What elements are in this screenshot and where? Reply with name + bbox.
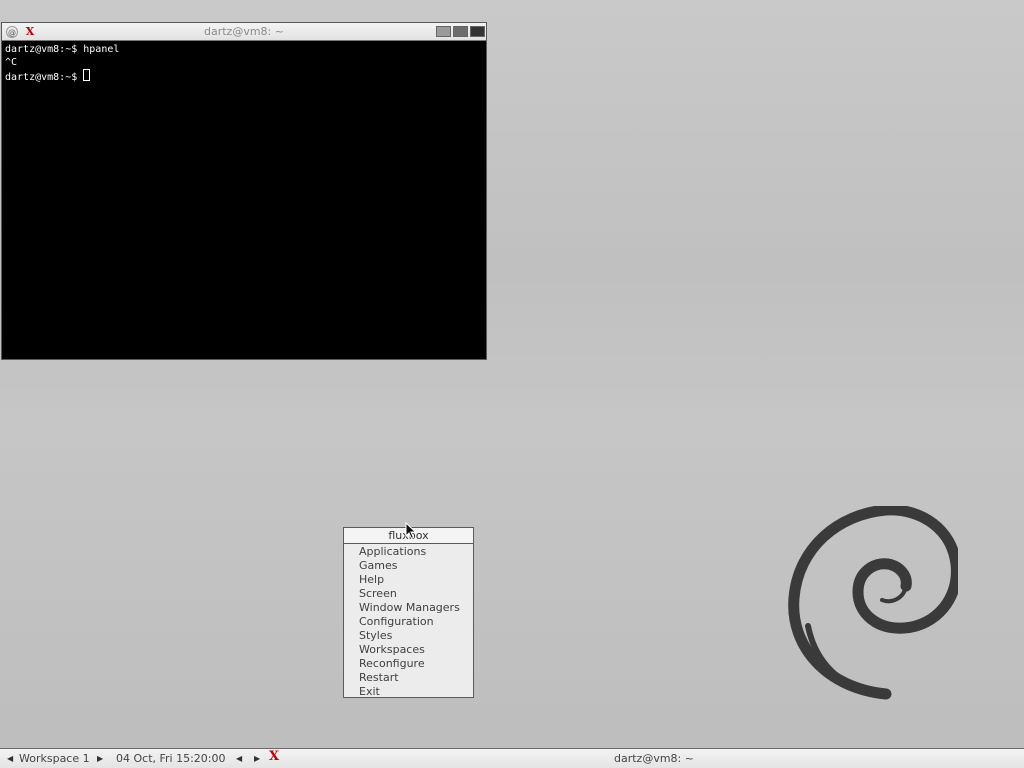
mouse-pointer-icon — [405, 522, 417, 540]
terminal-line: ^C — [5, 57, 18, 68]
menu-item-configuration[interactable]: Configuration — [344, 615, 473, 629]
menu-item-applications[interactable]: Applications — [344, 545, 473, 559]
maximize-button[interactable] — [453, 26, 468, 37]
window-prev-arrow-icon[interactable]: ◀ — [236, 752, 242, 766]
menu-item-reconfigure[interactable]: Reconfigure — [344, 657, 473, 671]
window-next-arrow-icon[interactable]: ▶ — [254, 752, 260, 766]
terminal-titlebar[interactable]: @ X dartz@vm8: ~ — [2, 23, 486, 41]
workspace-prev-arrow-icon[interactable]: ◀ — [7, 752, 13, 766]
fluxbox-root-menu[interactable]: fluxbox Applications Games Help Screen W… — [343, 527, 474, 698]
fluxbox-toolbar: ◀ Workspace 1 ▶ 04 Oct, Fri 15:20:00 ◀ ▶… — [0, 748, 1024, 768]
close-button[interactable] — [470, 26, 485, 37]
xterm-icon[interactable]: X — [269, 750, 279, 764]
workspace-name[interactable]: Workspace 1 — [19, 752, 90, 766]
menu-item-window-managers[interactable]: Window Managers — [344, 601, 473, 615]
clock: 04 Oct, Fri 15:20:00 — [116, 752, 226, 765]
menu-item-screen[interactable]: Screen — [344, 587, 473, 601]
menu-items: Applications Games Help Screen Window Ma… — [344, 544, 473, 699]
terminal-prompt-line[interactable]: dartz@vm8:~$ — [5, 69, 483, 84]
debian-swirl-logo — [788, 506, 958, 700]
terminal-title: dartz@vm8: ~ — [204, 25, 284, 38]
minimize-button[interactable] — [436, 26, 451, 37]
workspace-next-arrow-icon[interactable]: ▶ — [97, 752, 103, 766]
terminal-line: dartz@vm8:~$ — [5, 72, 84, 83]
menu-item-restart[interactable]: Restart — [344, 671, 473, 685]
terminal-line: dartz@vm8:~$ hpanel — [5, 44, 120, 55]
terminal-output[interactable]: dartz@vm8:~$ hpanel ^C dartz@vm8:~$ — [2, 41, 486, 86]
terminal-window[interactable]: @ X dartz@vm8: ~ dartz@vm8:~$ hpanel ^C … — [1, 22, 487, 360]
menu-item-exit[interactable]: Exit — [344, 685, 473, 699]
menu-item-help[interactable]: Help — [344, 573, 473, 587]
text-cursor — [83, 69, 91, 81]
menu-item-styles[interactable]: Styles — [344, 629, 473, 643]
menu-item-games[interactable]: Games — [344, 559, 473, 573]
menu-item-workspaces[interactable]: Workspaces — [344, 643, 473, 657]
taskbar-item-terminal[interactable]: dartz@vm8: ~ — [614, 752, 694, 766]
